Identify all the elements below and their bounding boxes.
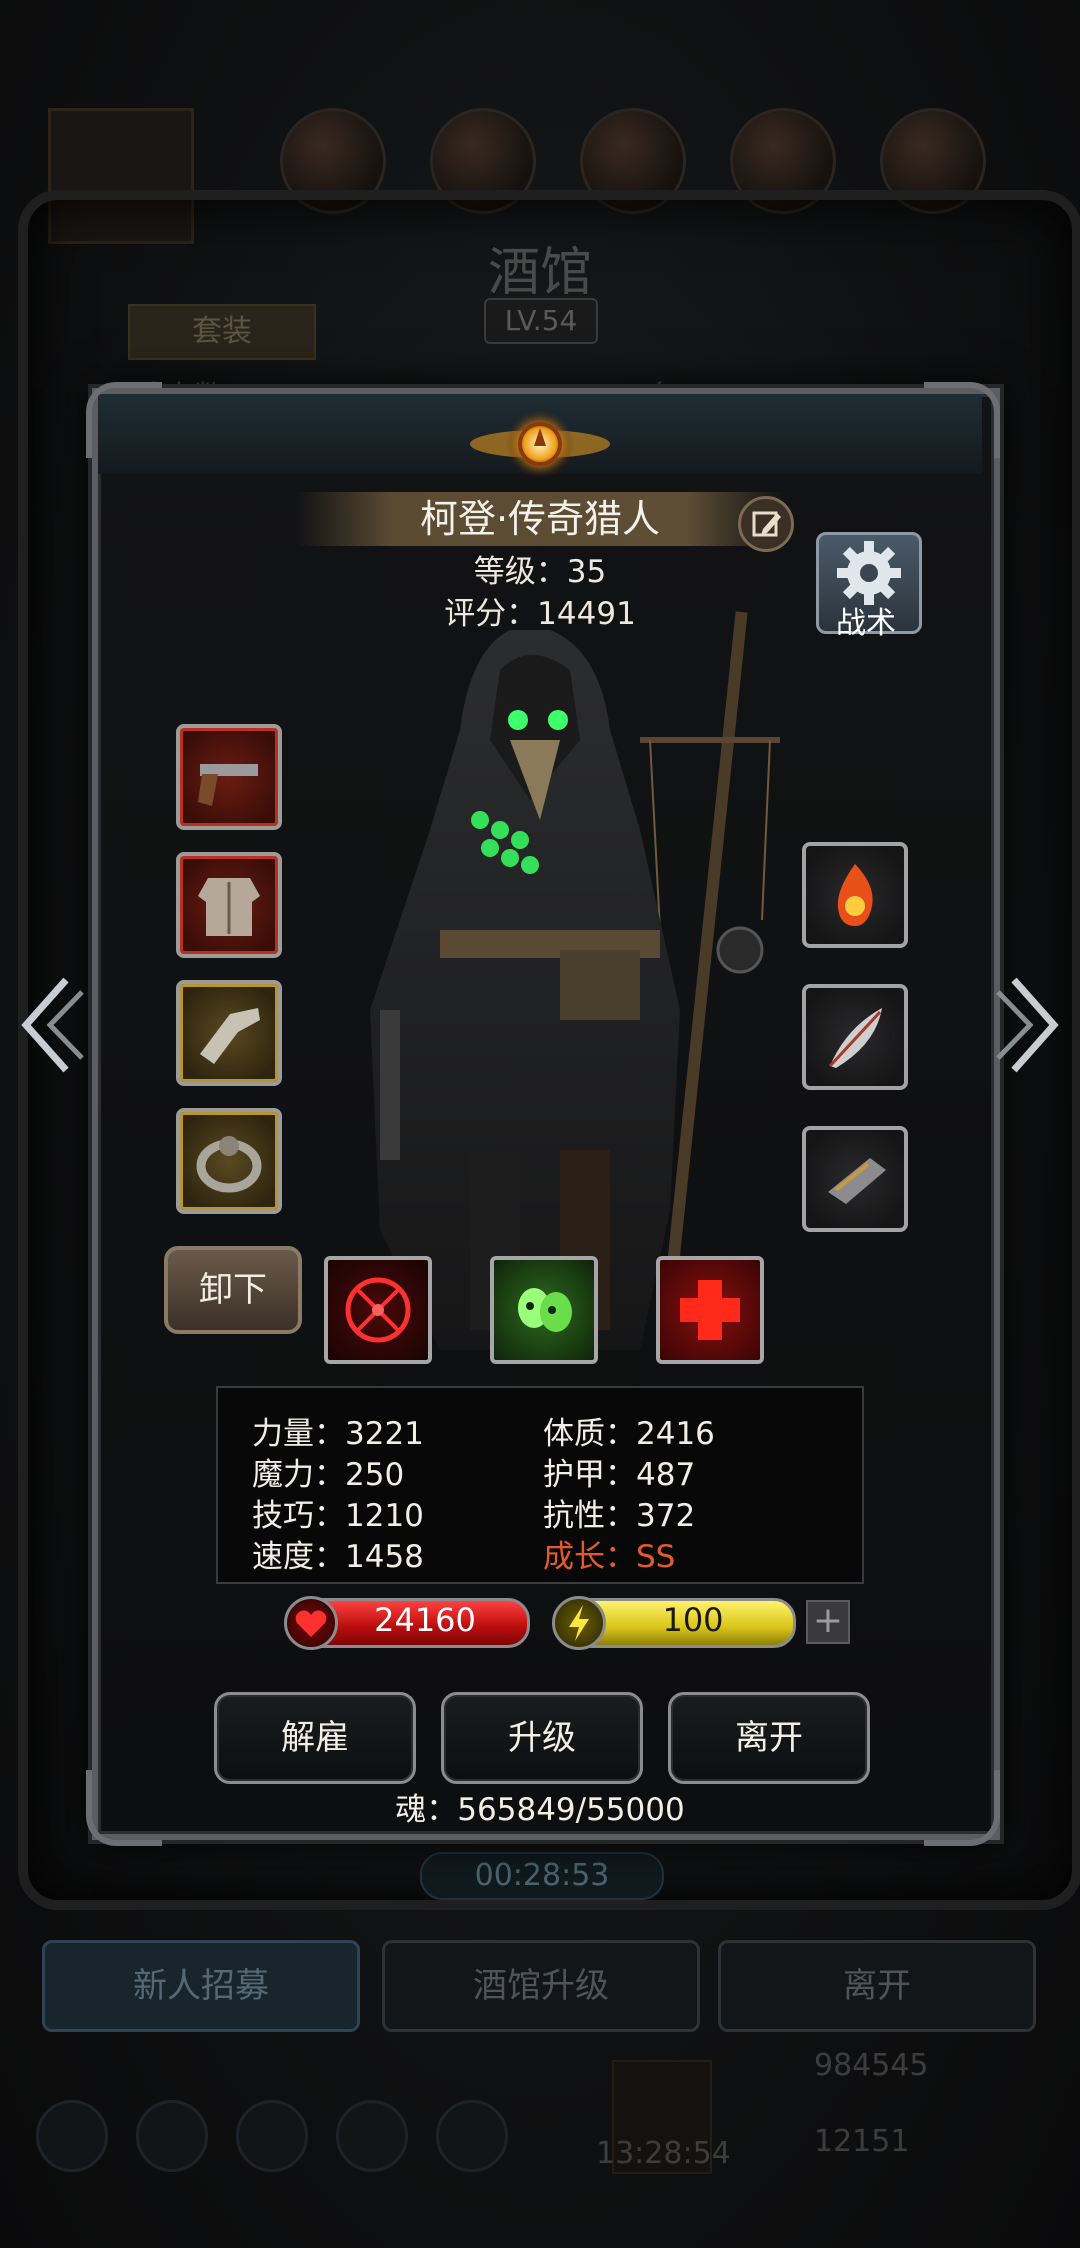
gauntlet-icon bbox=[200, 1008, 260, 1064]
armor-icon bbox=[198, 878, 260, 936]
hp-value: 24160 bbox=[374, 1601, 476, 1639]
sun-emblem-icon bbox=[470, 410, 610, 478]
energy-value: 100 bbox=[662, 1601, 724, 1639]
background-recruit-button: 新人招募 bbox=[42, 1940, 360, 2032]
background-clock: 13:28:54 bbox=[596, 2136, 731, 2171]
fire-orb-icon bbox=[837, 864, 873, 926]
add-energy-button[interactable]: + bbox=[806, 1600, 850, 1644]
background-level: LV.54 bbox=[484, 298, 598, 344]
rename-button[interactable] bbox=[738, 496, 794, 552]
background-upgrade-tavern-button: 酒馆升级 bbox=[382, 1940, 700, 2032]
background-gold: 984545 bbox=[814, 2048, 929, 2083]
stat-constitution: 体质：2416 bbox=[543, 1416, 715, 1452]
soul-cost: 魂：565849/55000 bbox=[395, 1792, 685, 1828]
stat-strength: 力量：3221 bbox=[252, 1416, 424, 1452]
background-gems: 12151 bbox=[814, 2124, 910, 2159]
hero-portrait bbox=[370, 611, 780, 1350]
upgrade-button[interactable]: 升级 bbox=[441, 1692, 643, 1784]
background-suit-tab: 套装 bbox=[128, 304, 316, 360]
bracer-icon bbox=[828, 1158, 886, 1204]
crosshair-icon bbox=[345, 1277, 411, 1343]
equipment-slot-armor[interactable] bbox=[176, 852, 282, 958]
equipment-slot-pistol[interactable] bbox=[176, 724, 282, 830]
previous-hero-arrow-icon[interactable] bbox=[16, 970, 86, 1080]
skill-poison[interactable] bbox=[490, 1256, 598, 1364]
panel-corner-ornament bbox=[924, 382, 1000, 458]
equipment-slot-ring[interactable] bbox=[176, 1108, 282, 1214]
background-nav-icon bbox=[136, 2100, 208, 2172]
stat-growth: 成长：SS bbox=[543, 1539, 676, 1575]
equipment-slot-fire-orb[interactable] bbox=[802, 842, 908, 948]
background-nav-icon bbox=[336, 2100, 408, 2172]
equipment-slot-gauntlet[interactable] bbox=[176, 980, 282, 1086]
lightning-icon bbox=[552, 1596, 606, 1650]
leave-button[interactable]: 离开 bbox=[668, 1692, 870, 1784]
stat-magic: 魔力：250 bbox=[252, 1457, 405, 1493]
ring-icon bbox=[196, 1136, 262, 1193]
stat-speed: 速度：1458 bbox=[252, 1539, 424, 1575]
panel-corner-ornament bbox=[86, 382, 162, 458]
background-nav-icon bbox=[236, 2100, 308, 2172]
hero-name: 柯登·传奇猎人 bbox=[419, 497, 661, 541]
pencil-icon bbox=[752, 511, 781, 537]
background-leave-button: 离开 bbox=[718, 1940, 1036, 2032]
background-title: 酒馆 bbox=[487, 243, 592, 303]
skill-crosshair[interactable] bbox=[324, 1256, 432, 1364]
stat-resistance: 抗性：372 bbox=[543, 1498, 696, 1534]
pistol-icon bbox=[198, 764, 258, 806]
dismiss-button[interactable]: 解雇 bbox=[214, 1692, 416, 1784]
unequip-button[interactable]: 卸下 bbox=[164, 1246, 302, 1334]
skill-heal[interactable] bbox=[656, 1256, 764, 1364]
background-nav-icon bbox=[36, 2100, 108, 2172]
gear-icon bbox=[837, 541, 901, 605]
equipment-slot-feather[interactable] bbox=[802, 984, 908, 1090]
equipment-slot-bracer[interactable] bbox=[802, 1126, 908, 1232]
feather-icon bbox=[828, 1008, 882, 1068]
poison-skull-icon bbox=[518, 1288, 572, 1332]
background-nav-icon bbox=[436, 2100, 508, 2172]
stat-skill: 技巧：1210 bbox=[252, 1498, 424, 1534]
tactic-label: 战术 bbox=[836, 606, 896, 641]
stat-armor: 护甲：487 bbox=[543, 1457, 696, 1493]
next-hero-arrow-icon[interactable] bbox=[994, 970, 1064, 1080]
red-cross-icon bbox=[680, 1280, 740, 1340]
background-timer: 00:28:53 bbox=[420, 1852, 664, 1900]
